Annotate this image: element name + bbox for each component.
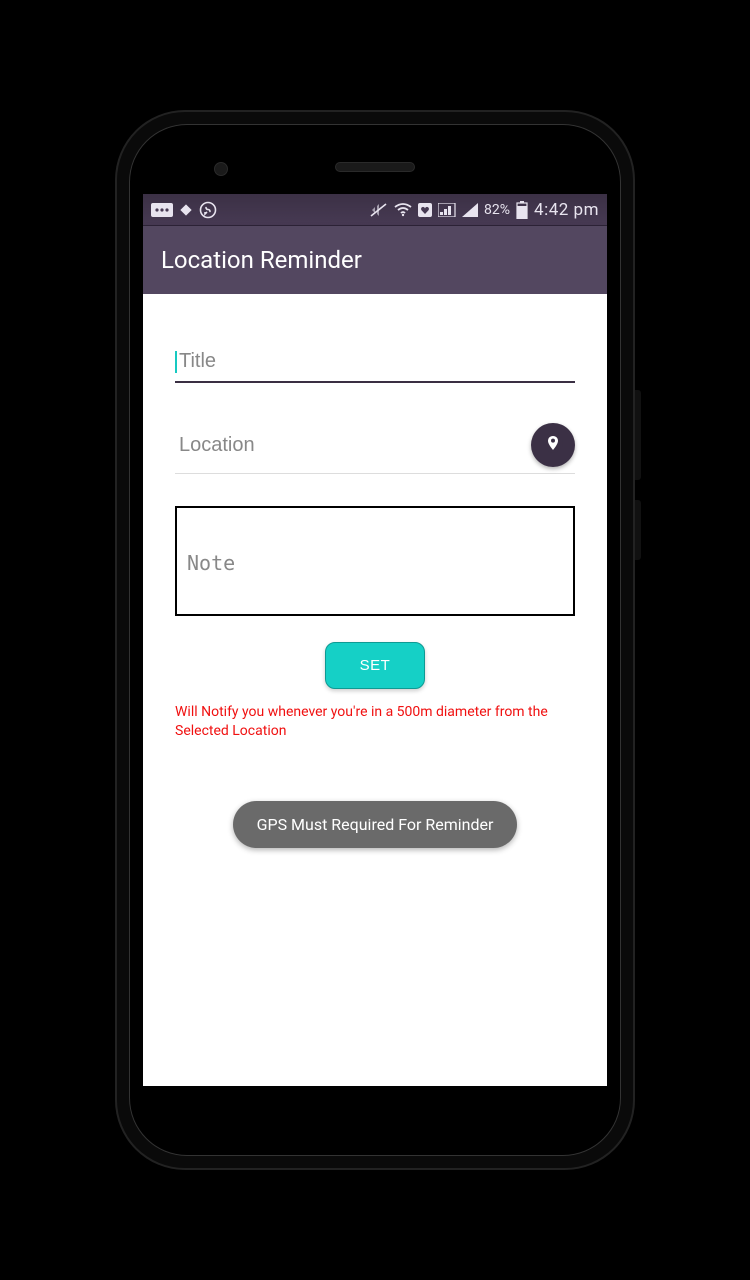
heart-icon (418, 203, 432, 217)
wifi-icon (394, 203, 412, 217)
phone-bezel: 82% 4:42 pm Location Reminder (129, 124, 621, 1156)
phone-frame: 82% 4:42 pm Location Reminder (115, 110, 635, 1170)
whatsapp-icon (199, 201, 217, 219)
more-icon (151, 203, 173, 217)
app-header: Location Reminder (143, 226, 607, 294)
signal2-icon (462, 203, 478, 217)
title-input[interactable] (175, 342, 575, 383)
location-input[interactable] (175, 426, 531, 465)
title-field-row (175, 342, 575, 383)
gps-required-chip: GPS Must Required For Reminder (233, 801, 518, 848)
status-bar: 82% 4:42 pm (143, 194, 607, 226)
phone-speaker (335, 162, 415, 172)
form-card: SET Will Notify you whenever you're in a… (161, 322, 589, 848)
signal-icon (438, 203, 456, 217)
distance-notice: Will Notify you whenever you're in a 500… (175, 703, 575, 741)
battery-icon (516, 201, 528, 219)
content: SET Will Notify you whenever you're in a… (143, 294, 607, 848)
status-right: 82% 4:42 pm (370, 200, 599, 220)
set-button[interactable]: SET (325, 642, 426, 689)
diamond-icon (179, 203, 193, 217)
status-left (151, 201, 217, 219)
app-title: Location Reminder (161, 246, 362, 274)
vibrate-icon (370, 202, 388, 218)
clock: 4:42 pm (534, 200, 599, 220)
battery-percent: 82% (484, 202, 510, 218)
note-input[interactable] (175, 506, 575, 616)
location-pin-icon (542, 432, 564, 458)
screen: 82% 4:42 pm Location Reminder (143, 194, 607, 1086)
location-field-row (175, 423, 575, 474)
pick-location-button[interactable] (531, 423, 575, 467)
phone-camera (214, 162, 228, 176)
phone-side-button (635, 390, 641, 480)
phone-side-button (635, 500, 641, 560)
